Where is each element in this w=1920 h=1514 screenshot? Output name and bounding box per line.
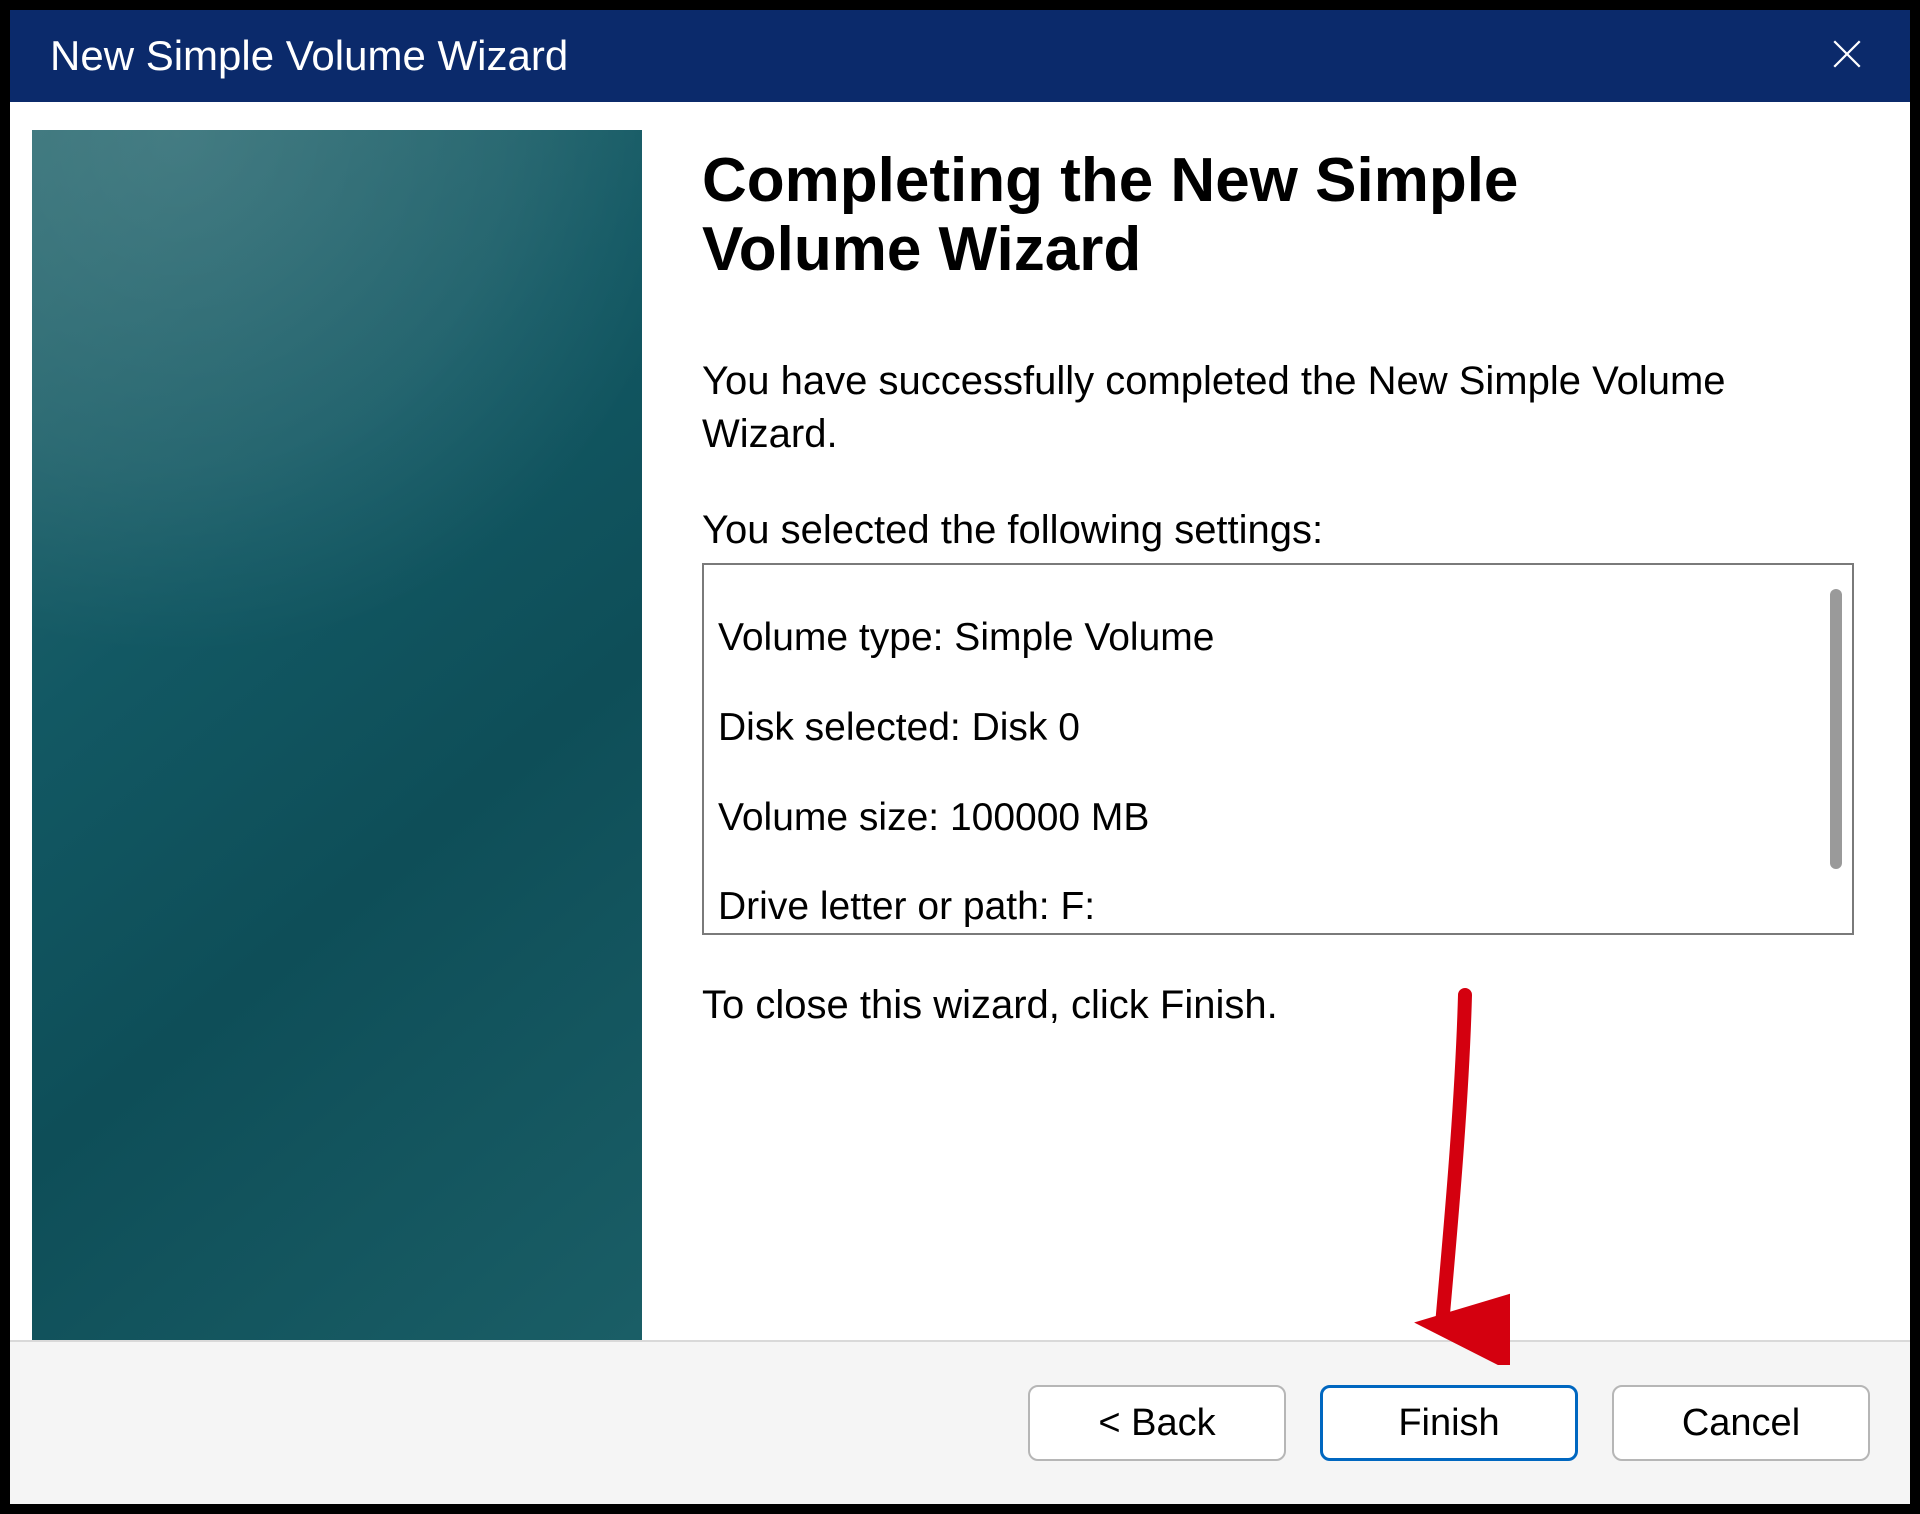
setting-row: Volume size: 100000 MB [718, 796, 1804, 841]
settings-list-content: Volume type: Simple Volume Disk selected… [718, 571, 1804, 935]
title-bar: New Simple Volume Wizard [10, 10, 1910, 102]
settings-label: You selected the following settings: [702, 508, 1854, 553]
close-instruction: To close this wizard, click Finish. [702, 983, 1854, 1028]
close-button[interactable] [1812, 21, 1882, 91]
cancel-button[interactable]: Cancel [1612, 1385, 1870, 1461]
close-icon [1830, 37, 1864, 76]
wizard-dialog: New Simple Volume Wizard Completing the … [8, 8, 1912, 1506]
setting-row: Disk selected: Disk 0 [718, 706, 1804, 751]
completion-text: You have successfully completed the New … [702, 355, 1802, 461]
setting-row: Volume type: Simple Volume [718, 616, 1804, 661]
back-button[interactable]: < Back [1028, 1385, 1286, 1461]
settings-scrollbar[interactable] [1830, 589, 1842, 869]
finish-button[interactable]: Finish [1320, 1385, 1578, 1461]
wizard-body: Completing the New Simple Volume Wizard … [10, 102, 1910, 1340]
window-title: New Simple Volume Wizard [50, 32, 568, 80]
wizard-side-graphic [32, 130, 642, 1340]
wizard-heading: Completing the New Simple Volume Wizard [702, 146, 1752, 285]
settings-listbox[interactable]: Volume type: Simple Volume Disk selected… [702, 563, 1854, 935]
setting-row: Drive letter or path: F: [718, 885, 1804, 930]
wizard-content: Completing the New Simple Volume Wizard … [642, 102, 1910, 1340]
wizard-footer: < Back Finish Cancel [10, 1340, 1910, 1504]
